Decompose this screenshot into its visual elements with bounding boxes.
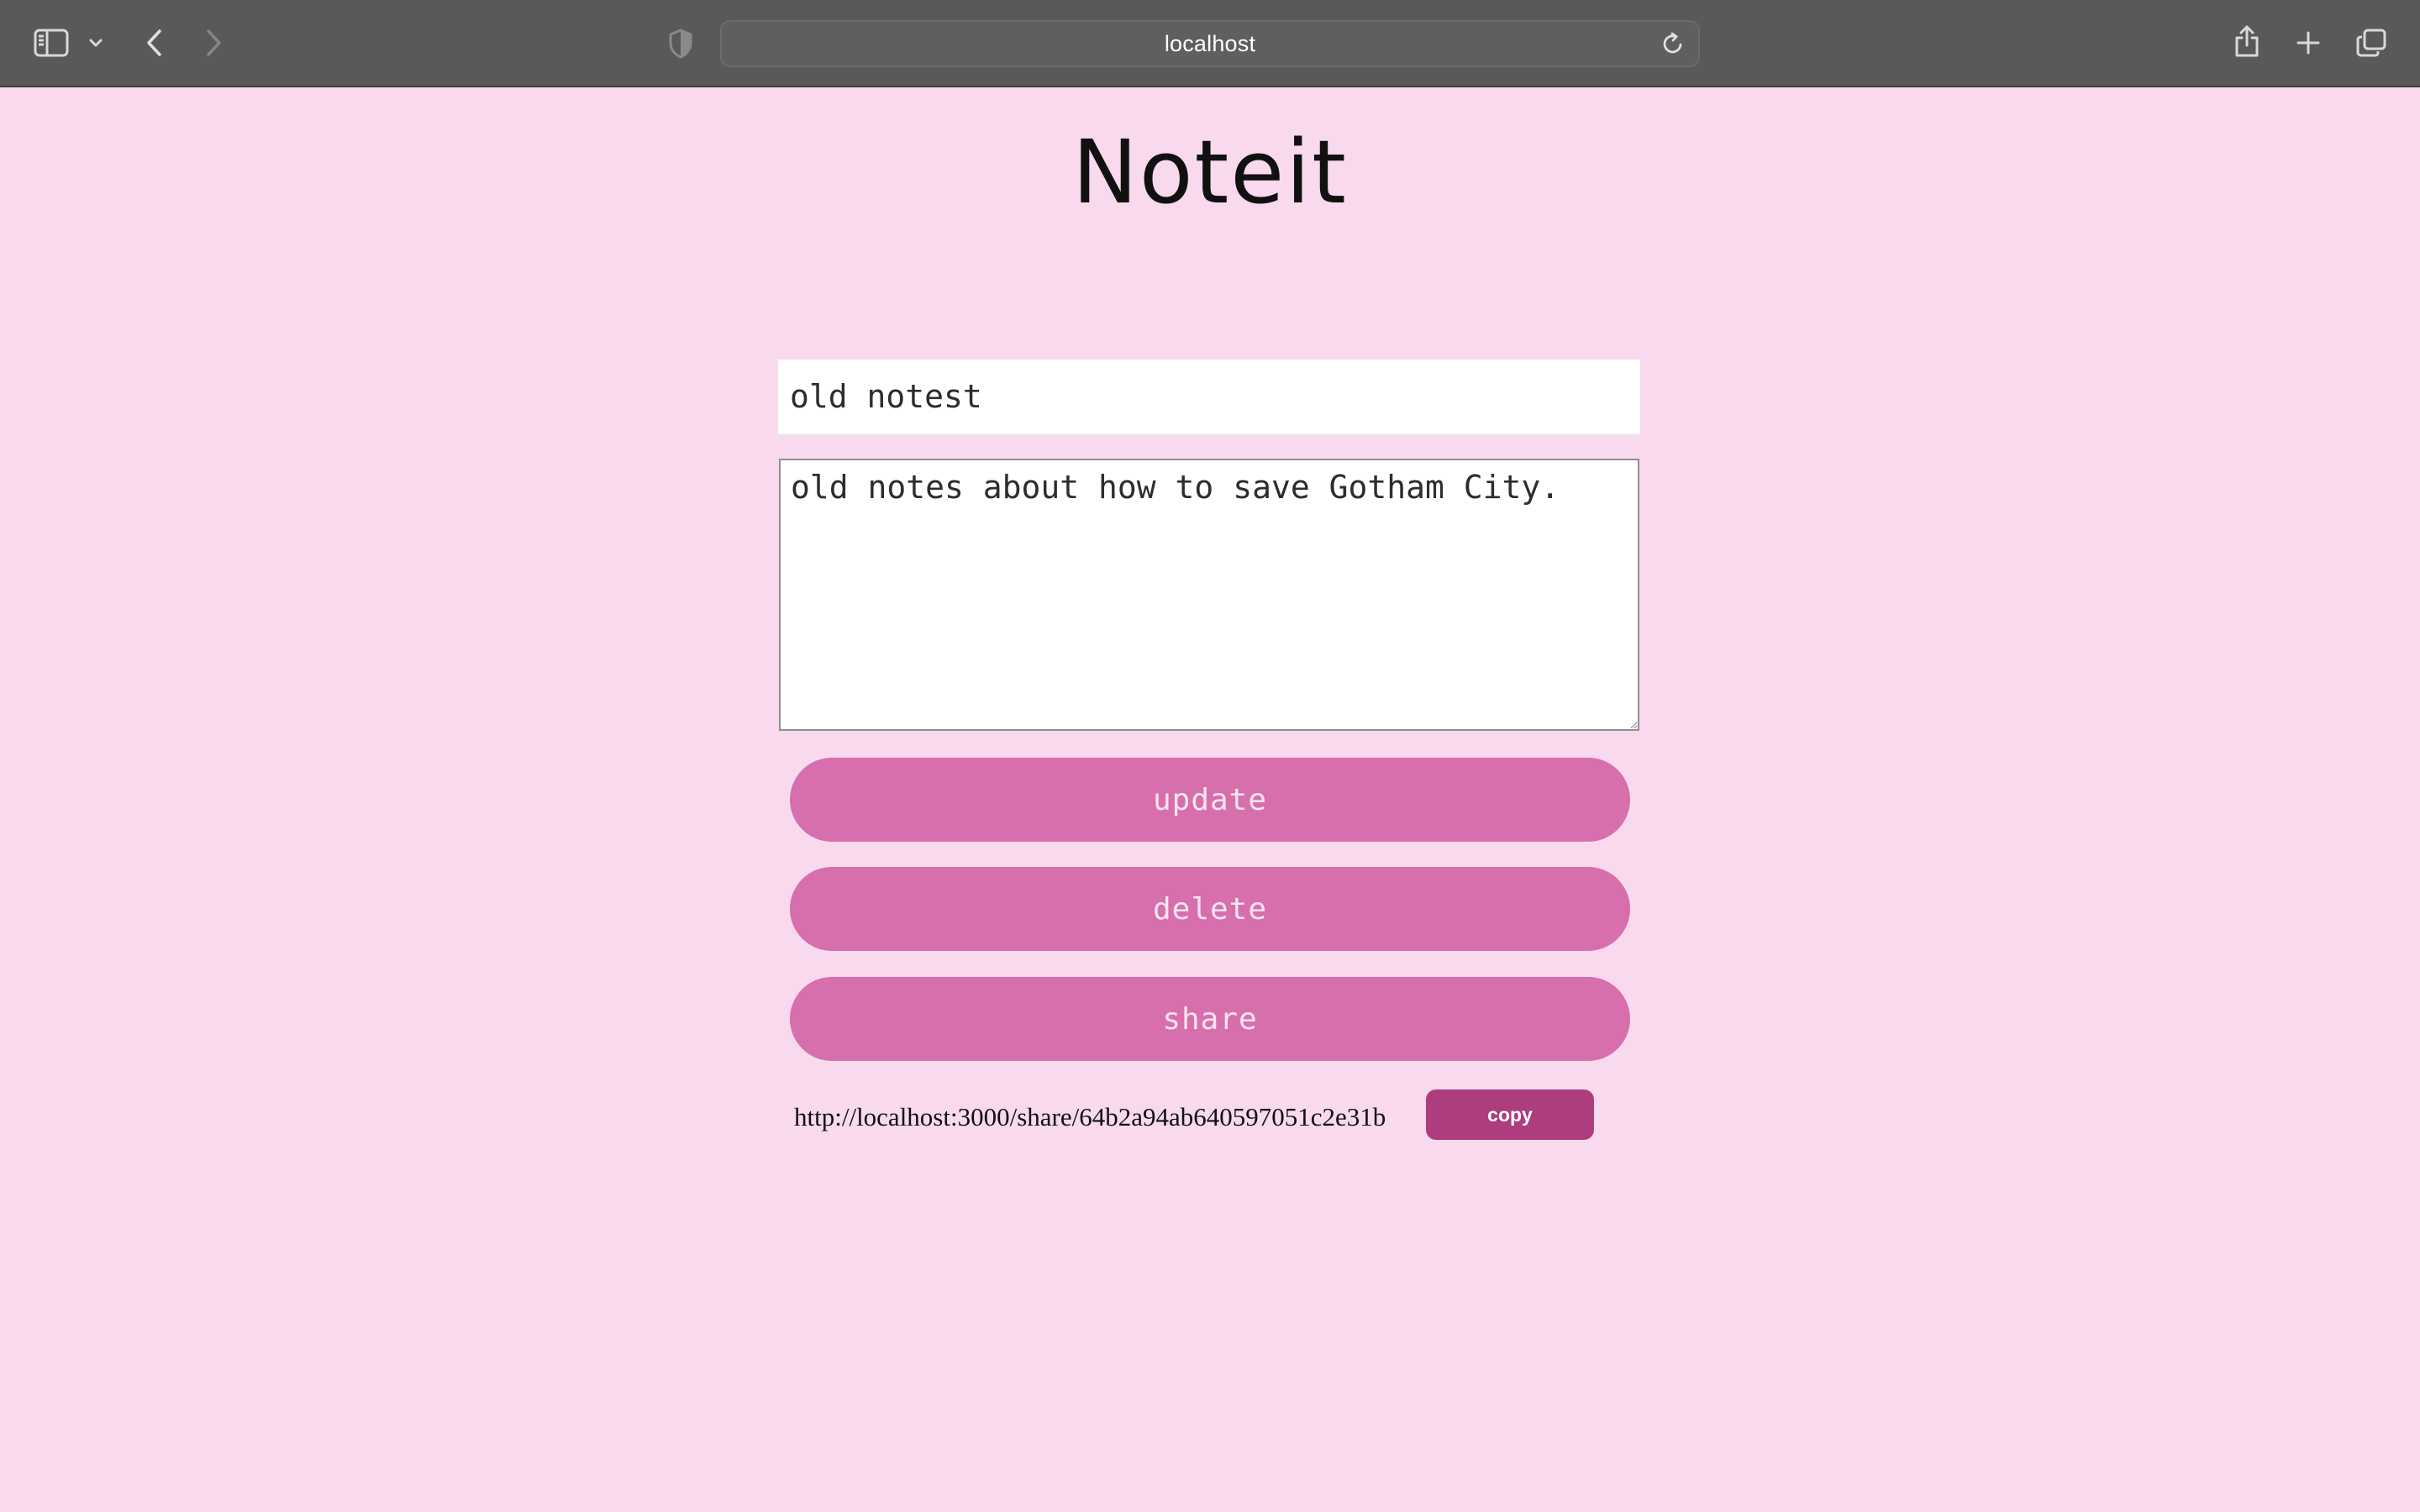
share-button[interactable]: share [790, 977, 1630, 1061]
reload-icon[interactable] [1660, 30, 1686, 57]
chevron-down-icon[interactable] [84, 30, 108, 55]
copy-button[interactable]: copy [1426, 1089, 1594, 1140]
note-body-textarea[interactable]: old notes about how to save Gotham City. [779, 459, 1639, 731]
shield-icon[interactable] [664, 27, 697, 60]
update-button[interactable]: update [790, 758, 1630, 842]
browser-toolbar: localhost [0, 0, 2420, 87]
address-bar[interactable]: localhost [720, 20, 1700, 67]
chevron-right-icon[interactable] [197, 25, 230, 60]
app-title: Noteit [1072, 121, 1348, 223]
address-text: localhost [1164, 30, 1256, 56]
share-link: http://localhost:3000/share/64b2a94ab640… [794, 1102, 1386, 1131]
plus-icon[interactable] [2291, 25, 2326, 60]
chevron-left-icon[interactable] [138, 25, 171, 60]
share-icon[interactable] [2228, 22, 2265, 60]
sidebar-icon[interactable] [32, 25, 71, 60]
tabs-icon[interactable] [2353, 25, 2390, 60]
note-title-input[interactable] [778, 360, 1640, 435]
delete-button[interactable]: delete [790, 867, 1630, 951]
